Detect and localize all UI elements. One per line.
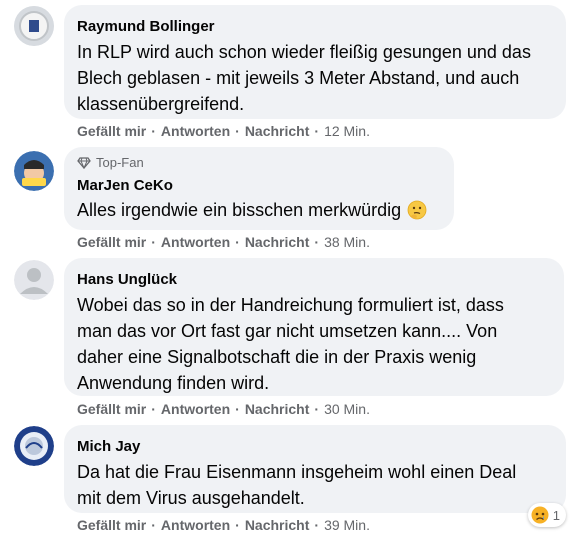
sad-face-icon (531, 506, 549, 524)
separator: · (314, 123, 320, 139)
separator: · (314, 234, 320, 250)
separator: · (151, 401, 156, 417)
comment-bubble: Mich Jay Da hat die Frau Eisenmann insge… (64, 425, 566, 513)
comment-actions: Gefällt mir · Antworten · Nachricht · 30… (77, 400, 370, 418)
separator: · (151, 517, 156, 533)
separator: · (151, 123, 156, 139)
badge-label: Top-Fan (96, 155, 144, 170)
comment-timestamp[interactable]: 39 Min. (324, 516, 370, 534)
comment-author[interactable]: MarJen CeKo (77, 176, 441, 195)
reply-button[interactable]: Antworten (161, 122, 230, 140)
comment-timestamp[interactable]: 12 Min. (324, 122, 370, 140)
avatar[interactable] (14, 426, 54, 466)
comment-bubble: Hans Unglück Wobei das so in der Handrei… (64, 258, 564, 396)
like-button[interactable]: Gefällt mir (77, 122, 146, 140)
comment-bubble: Top-Fan MarJen CeKo Alles irgendwie ein … (64, 147, 454, 230)
message-button[interactable]: Nachricht (245, 122, 310, 140)
avatar-image (14, 151, 54, 191)
reaction-count: 1 (552, 507, 560, 523)
separator: · (235, 123, 240, 139)
comment-3: Hans Unglück Wobei das so in der Handrei… (0, 258, 576, 418)
separator: · (314, 401, 320, 417)
reply-button[interactable]: Antworten (161, 516, 230, 534)
reaction-summary[interactable]: 1 (527, 503, 566, 527)
comment-text: Alles irgendwie ein bisschen merkwürdig (77, 200, 402, 220)
comment-bubble: Raymund Bollinger In RLP wird auch schon… (64, 5, 566, 119)
comment-timestamp[interactable]: 30 Min. (324, 400, 370, 418)
avatar-image (14, 6, 54, 46)
comment-author[interactable]: Raymund Bollinger (77, 17, 553, 36)
reply-button[interactable]: Antworten (161, 233, 230, 251)
message-button[interactable]: Nachricht (245, 516, 310, 534)
comment-1: Raymund Bollinger In RLP wird auch schon… (0, 0, 576, 140)
comment-timestamp[interactable]: 38 Min. (324, 233, 370, 251)
comment-actions: Gefällt mir · Antworten · Nachricht · 38… (77, 233, 370, 251)
default-avatar-icon (14, 260, 54, 300)
separator: · (314, 517, 320, 533)
diamond-icon (77, 157, 91, 169)
like-button[interactable]: Gefällt mir (77, 516, 146, 534)
avatar[interactable] (14, 6, 54, 46)
separator: · (151, 234, 156, 250)
message-button[interactable]: Nachricht (245, 233, 310, 251)
comment-text: Da hat die Frau Eisenmann insgeheim wohl… (77, 462, 517, 508)
avatar[interactable] (14, 151, 54, 191)
top-fan-badge[interactable]: Top-Fan (77, 155, 441, 171)
like-button[interactable]: Gefällt mir (77, 400, 146, 418)
separator: · (235, 401, 240, 417)
thinking-face-icon (407, 200, 427, 220)
comment-text: Wobei das so in der Handreichung formuli… (77, 295, 504, 393)
avatar[interactable] (14, 260, 54, 300)
message-button[interactable]: Nachricht (245, 400, 310, 418)
avatar-image (14, 426, 54, 466)
comment-author[interactable]: Hans Unglück (77, 270, 551, 289)
comment-text: In RLP wird auch schon wieder fleißig ge… (77, 42, 531, 114)
comment-actions: Gefällt mir · Antworten · Nachricht · 12… (77, 122, 370, 140)
like-button[interactable]: Gefällt mir (77, 233, 146, 251)
separator: · (235, 517, 240, 533)
comment-2: Top-Fan MarJen CeKo Alles irgendwie ein … (0, 145, 576, 255)
comment-4: Mich Jay Da hat die Frau Eisenmann insge… (0, 424, 576, 537)
separator: · (235, 234, 240, 250)
reply-button[interactable]: Antworten (161, 400, 230, 418)
comment-actions: Gefällt mir · Antworten · Nachricht · 39… (77, 516, 370, 534)
comment-text-row: Alles irgendwie ein bisschen merkwürdig (77, 197, 441, 223)
comment-author[interactable]: Mich Jay (77, 437, 553, 456)
